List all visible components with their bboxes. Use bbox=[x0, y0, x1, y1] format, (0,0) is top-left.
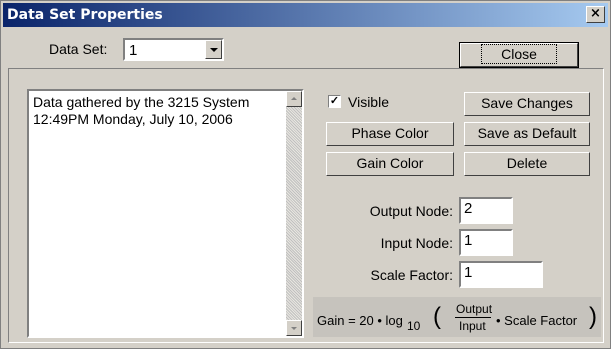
formula-close-paren: ) bbox=[589, 303, 597, 330]
input-node-field[interactable]: 1 bbox=[459, 229, 513, 256]
phase-color-button[interactable]: Phase Color bbox=[326, 122, 454, 146]
vertical-scrollbar[interactable] bbox=[286, 91, 302, 336]
formula-numerator: Output bbox=[456, 302, 493, 316]
data-set-label: Data Set: bbox=[49, 41, 108, 57]
description-textarea[interactable]: Data gathered by the 3215 System 12:49PM… bbox=[27, 89, 304, 338]
formula-subscript: 10 bbox=[407, 319, 421, 333]
dropdown-arrow-button[interactable] bbox=[205, 40, 222, 59]
output-node-label: Output Node: bbox=[369, 203, 453, 219]
arrow-up-icon bbox=[291, 97, 297, 100]
scroll-up-button[interactable] bbox=[286, 91, 302, 107]
arrow-down-icon bbox=[291, 327, 297, 330]
visible-label: Visible bbox=[348, 94, 389, 110]
data-set-properties-dialog: Data Set Properties × Data Set: 1 Close … bbox=[0, 0, 611, 349]
fraction-bar bbox=[455, 317, 491, 318]
dialog-title: Data Set Properties bbox=[7, 7, 163, 23]
data-set-selected-value: 1 bbox=[129, 42, 138, 59]
gain-color-button[interactable]: Gain Color bbox=[326, 152, 454, 176]
formula-denominator: Input bbox=[459, 319, 486, 333]
delete-button[interactable]: Delete bbox=[464, 152, 590, 176]
chevron-down-icon bbox=[210, 48, 218, 52]
formula-suffix: • Scale Factor bbox=[496, 313, 578, 328]
data-set-select[interactable]: 1 bbox=[123, 38, 224, 61]
formula-prefix: Gain = 20 • log bbox=[317, 313, 403, 328]
close-button-label: Close bbox=[481, 44, 557, 64]
description-text: Data gathered by the 3215 System 12:49PM… bbox=[33, 94, 250, 127]
save-changes-button[interactable]: Save Changes bbox=[464, 92, 590, 116]
title-bar[interactable]: Data Set Properties × bbox=[3, 3, 608, 27]
close-icon[interactable]: × bbox=[586, 6, 605, 23]
input-node-label: Input Node: bbox=[380, 235, 453, 251]
output-node-field[interactable]: 2 bbox=[459, 197, 513, 224]
scale-factor-label: Scale Factor: bbox=[370, 267, 453, 283]
visible-checkbox[interactable]: ✓ bbox=[328, 95, 341, 108]
formula-open-paren: ( bbox=[433, 303, 441, 330]
scroll-down-button[interactable] bbox=[286, 320, 302, 336]
save-as-default-button[interactable]: Save as Default bbox=[464, 122, 590, 146]
scale-factor-field[interactable]: 1 bbox=[459, 261, 543, 288]
close-button[interactable]: Close bbox=[459, 42, 579, 68]
